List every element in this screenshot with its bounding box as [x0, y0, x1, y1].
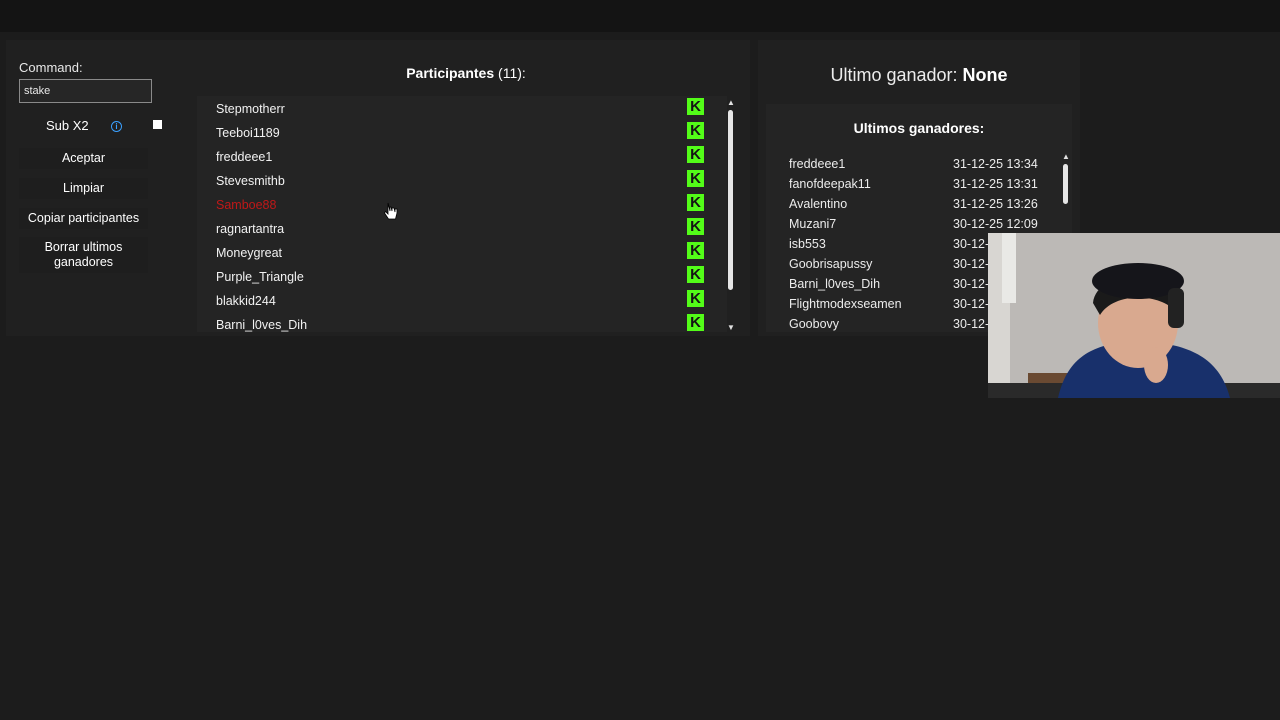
winner-name: fanofdeepak11 [789, 177, 871, 191]
webcam-overlay [988, 233, 1280, 398]
kick-icon: K [687, 266, 704, 283]
mouse-cursor-icon [384, 202, 398, 220]
kick-icon: K [687, 218, 704, 235]
participant-name: Purple_Triangle [216, 270, 304, 284]
winner-name: Avalentino [789, 197, 848, 211]
winner-date: 30-12- [953, 317, 990, 331]
delete-last-winners-button[interactable]: Borrar ultimos ganadores [19, 237, 148, 273]
scrollbar-thumb[interactable] [728, 110, 733, 290]
winner-date: 30-12- [953, 277, 990, 291]
accept-button[interactable]: Aceptar [19, 148, 148, 169]
sub-x2-label: Sub X2 [46, 118, 89, 133]
participant-name-muted: Samboe88 [216, 198, 277, 212]
winner-name: Goobrisapussy [789, 257, 873, 271]
scroll-up-arrow-icon[interactable]: ▲ [727, 98, 735, 107]
participant-row[interactable]: ragnartantra K [197, 216, 727, 240]
winner-date: 30-12- [953, 237, 990, 251]
winner-name: freddeee1 [789, 157, 846, 171]
sub-x2-checkbox[interactable] [153, 120, 162, 129]
winner-date: 30-12- [953, 297, 990, 311]
participant-row[interactable]: Moneygreat K [197, 240, 727, 264]
participant-row[interactable]: Stepmotherr K [197, 96, 727, 120]
last-winner: Ultimo ganador: None [758, 65, 1080, 86]
winner-row: fanofdeepak11 31-12-25 13:31 [766, 176, 1056, 196]
kick-icon: K [687, 314, 704, 331]
winner-name: Barni_l0ves_Dih [789, 277, 881, 291]
scrollbar-thumb[interactable] [1063, 164, 1068, 204]
winner-row: freddeee1 31-12-25 13:34 [766, 156, 1056, 176]
kick-icon: K [687, 146, 704, 163]
participants-title: Participantes (11): [196, 65, 736, 81]
sub-x2-row: Sub X2 i [19, 118, 162, 136]
last-winner-value: None [962, 65, 1008, 85]
main-panel: Command: Sub X2 i Aceptar Limpiar Copiar… [6, 40, 750, 336]
participant-row[interactable]: Purple_Triangle K [197, 264, 727, 288]
winner-date: 31-12-25 13:31 [953, 177, 1038, 191]
kick-icon: K [687, 290, 704, 307]
participants-list: Stepmotherr K Teeboi1189 K freddeee1 K S… [197, 96, 727, 332]
participant-name: Stepmotherr [216, 102, 285, 116]
participant-row[interactable]: Stevesmithb K [197, 168, 727, 192]
winner-name: isb553 [789, 237, 826, 251]
participant-row[interactable]: Barni_l0ves_Dih K [197, 312, 727, 332]
scroll-down-arrow-icon[interactable]: ▼ [727, 323, 735, 332]
participants-scrollbar[interactable]: ▲ ▼ [726, 98, 736, 332]
last-winner-label: Ultimo ganador: [830, 65, 958, 85]
winner-date: 31-12-25 13:34 [953, 157, 1038, 171]
kick-icon: K [687, 98, 704, 115]
winner-date: 31-12-25 13:26 [953, 197, 1038, 211]
participant-name: Teeboi1189 [216, 126, 280, 140]
winner-name: Muzani7 [789, 217, 837, 231]
participant-row[interactable]: Samboe88 K [197, 192, 727, 216]
participant-row[interactable]: blakkid244 K [197, 288, 727, 312]
participant-name: blakkid244 [216, 294, 276, 308]
kick-icon: K [687, 242, 704, 259]
participant-row[interactable]: Teeboi1189 K [197, 120, 727, 144]
participant-name: ragnartantra [216, 222, 285, 236]
participants-title-text: Participantes [406, 65, 495, 81]
scroll-up-arrow-icon[interactable]: ▲ [1062, 152, 1070, 161]
winner-date: 30-12-25 12:09 [953, 217, 1038, 231]
participant-row[interactable]: freddeee1 K [197, 144, 727, 168]
kick-icon: K [687, 194, 704, 211]
kick-icon: K [687, 170, 704, 187]
webcam-person-image [988, 233, 1280, 398]
kick-icon: K [687, 122, 704, 139]
winner-name: Flightmodexseamen [789, 297, 902, 311]
info-icon[interactable]: i [111, 121, 122, 132]
winners-list-title: Ultimos ganadores: [853, 120, 985, 136]
clear-button[interactable]: Limpiar [19, 178, 148, 199]
participant-name: Moneygreat [216, 246, 283, 260]
command-label: Command: [19, 60, 83, 75]
winner-name: Goobovy [789, 317, 840, 331]
participant-name: Stevesmithb [216, 174, 285, 188]
participants-count: (11): [498, 65, 526, 81]
participant-name: freddeee1 [216, 150, 273, 164]
copy-participants-button[interactable]: Copiar participantes [19, 208, 148, 229]
winner-row: Avalentino 31-12-25 13:26 [766, 196, 1056, 216]
winner-date: 30-12- [953, 257, 990, 271]
command-input[interactable] [19, 79, 152, 103]
participant-name: Barni_l0ves_Dih [216, 318, 308, 332]
top-bar [0, 0, 1280, 32]
